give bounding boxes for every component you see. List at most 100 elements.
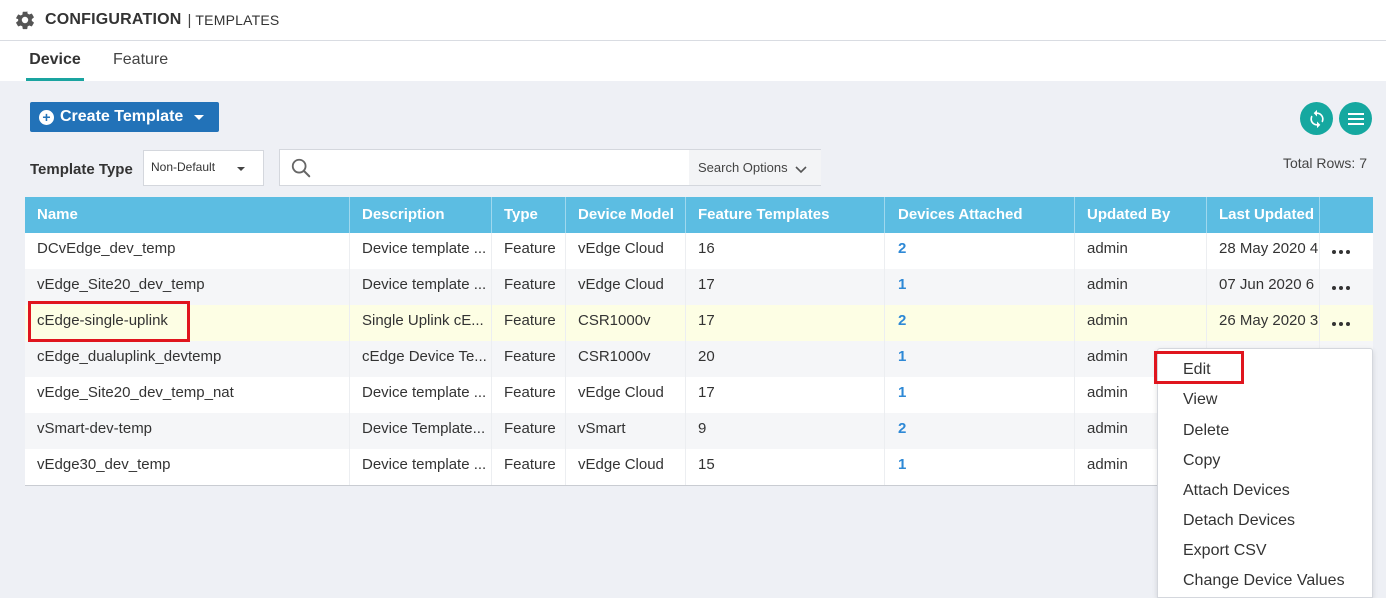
- cell-devices-attached-link[interactable]: 1: [885, 449, 1075, 485]
- cell-device-model: vEdge Cloud: [566, 377, 686, 413]
- total-rows: Total Rows: 7: [1282, 155, 1367, 171]
- col-header-updated-by[interactable]: Updated By: [1075, 197, 1207, 233]
- create-template-button[interactable]: + Create Template: [30, 102, 219, 132]
- more-actions-icon[interactable]: [1320, 322, 1373, 326]
- cell-feature-templates: 15: [686, 449, 885, 485]
- search-input[interactable]: [324, 154, 684, 182]
- cell-updated-by: admin: [1075, 233, 1207, 269]
- col-header-type[interactable]: Type: [492, 197, 566, 233]
- search-icon: [290, 157, 312, 184]
- tab-device[interactable]: Device: [26, 41, 84, 81]
- cell-device-model: vEdge Cloud: [566, 449, 686, 485]
- gear-icon: [14, 9, 36, 31]
- template-type-value: Non-Default: [151, 160, 216, 174]
- table-row[interactable]: vEdge_Site20_dev_temp Device template ..…: [25, 269, 1373, 305]
- table-menu-button[interactable]: [1339, 102, 1372, 135]
- cell-feature-templates: 20: [686, 341, 885, 377]
- cell-type: Feature: [492, 233, 566, 269]
- col-header-actions: [1320, 197, 1373, 233]
- menu-item-delete[interactable]: Delete: [1183, 422, 1229, 440]
- annotation-highlight-edit: [1154, 351, 1244, 384]
- row-actions: [1320, 269, 1373, 305]
- cell-devices-attached-link[interactable]: 1: [885, 269, 1075, 305]
- row-context-menu: Edit View Delete Copy Attach Devices Det…: [1157, 348, 1373, 598]
- cell-description: Device template ...: [350, 233, 492, 269]
- col-header-devices-attached[interactable]: Devices Attached: [885, 197, 1075, 233]
- menu-item-detach-devices[interactable]: Detach Devices: [1183, 512, 1295, 530]
- menu-item-attach-devices[interactable]: Attach Devices: [1183, 482, 1290, 500]
- cell-description: Device template ...: [350, 449, 492, 485]
- cell-last-updated: 07 Jun 2020 6: [1207, 269, 1320, 305]
- cell-feature-templates: 16: [686, 233, 885, 269]
- cell-device-model: CSR1000v: [566, 341, 686, 377]
- cell-type: Feature: [492, 269, 566, 305]
- cell-feature-templates: 9: [686, 413, 885, 449]
- cell-feature-templates: 17: [686, 305, 885, 341]
- page-subtitle: TEMPLATES: [195, 12, 280, 28]
- cell-devices-attached-link[interactable]: 2: [885, 413, 1075, 449]
- cell-description: Device template ...: [350, 377, 492, 413]
- cell-type: Feature: [492, 377, 566, 413]
- annotation-highlight-name: [28, 301, 190, 342]
- col-header-feature-templates[interactable]: Feature Templates: [686, 197, 885, 233]
- table-header: Name Description Type Device Model Featu…: [25, 197, 1373, 233]
- cell-name: vEdge30_dev_temp: [25, 449, 350, 485]
- more-actions-icon[interactable]: [1320, 250, 1373, 254]
- cell-device-model: vEdge Cloud: [566, 233, 686, 269]
- template-type-label: Template Type: [30, 161, 133, 178]
- cell-name: cEdge_dualuplink_devtemp: [25, 341, 350, 377]
- cell-updated-by: admin: [1075, 269, 1207, 305]
- cell-type: Feature: [492, 413, 566, 449]
- menu-item-change-device-values[interactable]: Change Device Values: [1183, 572, 1345, 590]
- col-header-device-model[interactable]: Device Model: [566, 197, 686, 233]
- cell-description: Device Template...: [350, 413, 492, 449]
- col-header-last-updated[interactable]: Last Updated: [1207, 197, 1320, 233]
- plus-circle-icon: +: [39, 109, 54, 125]
- search-box: Search Options: [279, 149, 821, 186]
- tab-feature[interactable]: Feature: [113, 41, 168, 81]
- cell-device-model: vEdge Cloud: [566, 269, 686, 305]
- menu-item-export-csv[interactable]: Export CSV: [1183, 542, 1267, 560]
- row-actions: [1320, 233, 1373, 269]
- create-template-label: Create Template: [60, 108, 184, 125]
- page-header: CONFIGURATION | TEMPLATES: [0, 0, 1386, 41]
- cell-description: Device template ...: [350, 269, 492, 305]
- cell-type: Feature: [492, 341, 566, 377]
- cell-updated-by: admin: [1075, 305, 1207, 341]
- cell-feature-templates: 17: [686, 269, 885, 305]
- menu-item-copy[interactable]: Copy: [1183, 452, 1220, 470]
- cell-devices-attached-link[interactable]: 2: [885, 233, 1075, 269]
- cell-name: DCvEdge_dev_temp: [25, 233, 350, 269]
- table-row-selected[interactable]: cEdge-single-uplink Single Uplink cE... …: [25, 305, 1373, 341]
- cell-device-model: vSmart: [566, 413, 686, 449]
- cell-last-updated: 28 May 2020 4: [1207, 233, 1320, 269]
- more-actions-icon[interactable]: [1320, 286, 1373, 290]
- row-actions: [1320, 305, 1373, 341]
- cell-last-updated: 26 May 2020 3: [1207, 305, 1320, 341]
- page-title: CONFIGURATION: [45, 11, 182, 28]
- cell-devices-attached-link[interactable]: 1: [885, 341, 1075, 377]
- table-row[interactable]: DCvEdge_dev_temp Device template ... Fea…: [25, 233, 1373, 269]
- cell-name: vEdge_Site20_dev_temp_nat: [25, 377, 350, 413]
- chevron-down-icon: [795, 162, 807, 177]
- cell-name: vEdge_Site20_dev_temp: [25, 269, 350, 305]
- cell-type: Feature: [492, 305, 566, 341]
- cell-devices-attached-link[interactable]: 2: [885, 305, 1075, 341]
- col-header-description[interactable]: Description: [350, 197, 492, 233]
- search-options-button[interactable]: Search Options: [689, 150, 821, 185]
- refresh-button[interactable]: [1300, 102, 1333, 135]
- cell-device-model: CSR1000v: [566, 305, 686, 341]
- caret-down-icon: [194, 114, 205, 120]
- caret-down-icon: [237, 167, 245, 171]
- cell-devices-attached-link[interactable]: 1: [885, 377, 1075, 413]
- hamburger-icon: [1346, 109, 1366, 129]
- refresh-icon: [1307, 109, 1327, 129]
- cell-description: Single Uplink cE...: [350, 305, 492, 341]
- col-header-name[interactable]: Name: [25, 197, 350, 233]
- menu-item-view[interactable]: View: [1183, 391, 1217, 409]
- template-type-select[interactable]: Non-Default: [143, 150, 264, 186]
- cell-type: Feature: [492, 449, 566, 485]
- cell-description: cEdge Device Te...: [350, 341, 492, 377]
- search-options-label: Search Options: [698, 160, 788, 175]
- title-separator: |: [187, 11, 192, 29]
